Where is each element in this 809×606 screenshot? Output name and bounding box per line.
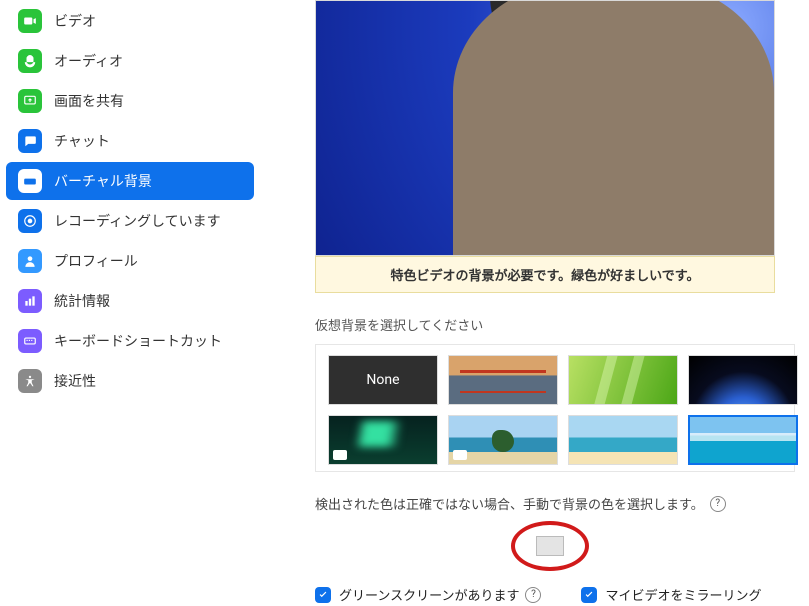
audio-icon — [18, 49, 42, 73]
virtual-background-panel: 特色ビデオの背景が必要です。緑色が好ましいです。 仮想背景を選択してください N… — [315, 0, 809, 604]
background-option-grass[interactable] — [568, 355, 678, 405]
background-option-beach[interactable] — [568, 415, 678, 465]
sidebar-item-label: 接近性 — [54, 371, 96, 391]
checkbox-checked-icon[interactable] — [315, 587, 331, 603]
keyboard-shortcut-icon — [18, 329, 42, 353]
sidebar-item-label: バーチャル背景 — [54, 171, 152, 191]
sidebar-item-keyboard-shortcuts[interactable]: キーボードショートカット — [6, 322, 254, 360]
sidebar-item-label: ビデオ — [54, 11, 96, 31]
background-option-bridge[interactable] — [448, 355, 558, 405]
choose-background-label: 仮想背景を選択してください — [315, 315, 809, 334]
background-option-earth[interactable] — [688, 355, 798, 405]
green-screen-label: グリーンスクリーンがあります — [339, 585, 519, 604]
sidebar-item-label: 画面を共有 — [54, 91, 124, 111]
mirror-video-label: マイビデオをミラーリング — [605, 585, 761, 604]
video-badge-icon — [453, 450, 467, 460]
background-warning-banner: 特色ビデオの背景が必要です。緑色が好ましいです。 — [315, 256, 775, 293]
green-screen-option[interactable]: グリーンスクリーンがあります ? — [315, 585, 541, 604]
sidebar-item-virtual-background[interactable]: バーチャル背景 — [6, 162, 254, 200]
manual-color-hint-text: 検出された色は正確ではない場合、手動で背景の色を選択します。 — [315, 494, 704, 513]
settings-sidebar: ビデオ オーディオ 画面を共有 チャット バーチャル背景 レコーディングしていま… — [0, 0, 260, 606]
sidebar-item-chat[interactable]: チャット — [6, 122, 254, 160]
profile-icon — [18, 249, 42, 273]
sidebar-item-share-screen[interactable]: 画面を共有 — [6, 82, 254, 120]
manual-color-swatch[interactable] — [536, 536, 564, 556]
sidebar-item-label: キーボードショートカット — [54, 331, 222, 351]
recording-icon — [18, 209, 42, 233]
checkbox-checked-icon[interactable] — [581, 587, 597, 603]
background-option-aurora[interactable] — [328, 415, 438, 465]
accessibility-icon — [18, 369, 42, 393]
share-screen-icon — [18, 89, 42, 113]
help-icon[interactable]: ? — [710, 496, 726, 512]
sidebar-item-label: オーディオ — [54, 51, 123, 71]
help-icon[interactable]: ? — [525, 587, 541, 603]
sidebar-item-profile[interactable]: プロフィール — [6, 242, 254, 280]
vertical-divider — [261, 0, 262, 606]
mirror-video-option[interactable]: マイビデオをミラーリング — [581, 585, 761, 604]
statistics-icon — [18, 289, 42, 313]
background-option-none[interactable]: None — [328, 355, 438, 405]
sidebar-item-label: プロフィール — [54, 251, 138, 271]
person-silhouette-body — [453, 0, 774, 256]
sidebar-item-label: 統計情報 — [54, 291, 110, 311]
manual-color-row — [315, 521, 785, 571]
video-icon — [18, 9, 42, 33]
sidebar-item-video[interactable]: ビデオ — [6, 2, 254, 40]
sidebar-item-statistics[interactable]: 統計情報 — [6, 282, 254, 320]
virtual-background-icon — [18, 169, 42, 193]
sidebar-item-audio[interactable]: オーディオ — [6, 42, 254, 80]
sidebar-item-label: レコーディングしています — [54, 211, 221, 231]
sidebar-item-accessibility[interactable]: 接近性 — [6, 362, 254, 400]
sidebar-item-label: チャット — [54, 131, 110, 151]
highlight-circle — [511, 521, 589, 571]
video-preview — [315, 0, 775, 256]
background-thumbnail-grid: None — [315, 344, 795, 472]
sidebar-item-recording[interactable]: レコーディングしています — [6, 202, 254, 240]
chat-icon — [18, 129, 42, 153]
manual-color-hint: 検出された色は正確ではない場合、手動で背景の色を選択します。 ? — [315, 494, 809, 513]
background-option-island[interactable] — [448, 415, 558, 465]
video-badge-icon — [333, 450, 347, 460]
background-option-ocean[interactable] — [688, 415, 798, 465]
options-row: グリーンスクリーンがあります ? マイビデオをミラーリング — [315, 585, 809, 604]
none-label: None — [366, 372, 399, 388]
